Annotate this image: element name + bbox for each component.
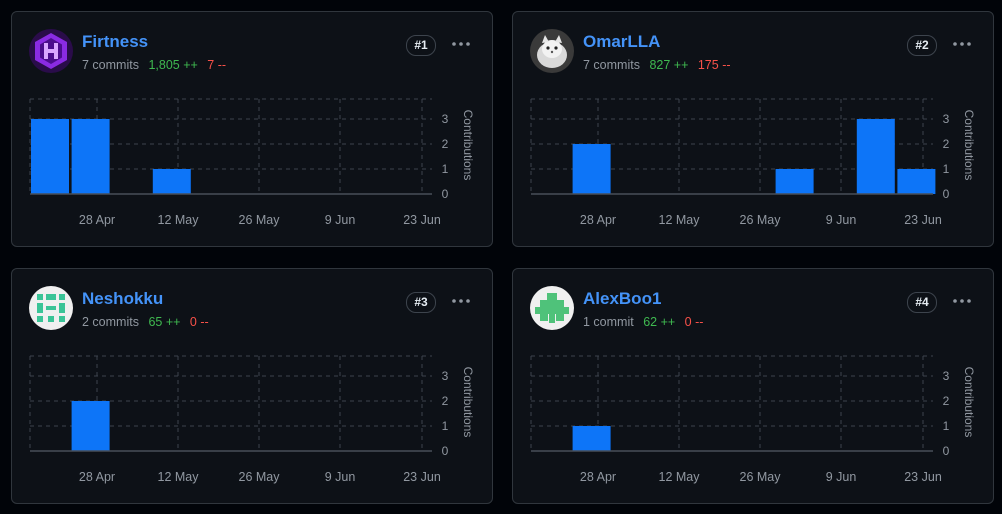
bar	[71, 401, 110, 451]
x-tick-label: 23 Jun	[403, 470, 441, 484]
y-tick-label: 0	[943, 444, 950, 458]
y-tick-label: 3	[442, 112, 449, 126]
x-tick-label: 26 May	[239, 470, 281, 484]
y-tick-label: 2	[442, 394, 449, 408]
contributions-chart: 0 1 2 3 28 Apr 12 May 26 May 9 Jun 23 Jun Contrib…	[29, 355, 475, 484]
x-tick-label: 12 May	[158, 470, 200, 484]
x-tick-label: 23 Jun	[403, 213, 441, 227]
x-tick-label: 28 Apr	[79, 470, 115, 484]
bar	[71, 119, 110, 194]
bar	[31, 119, 69, 194]
y-axis-title: Contributions	[962, 367, 976, 438]
y-axis-title: Contributions	[461, 110, 475, 181]
y-tick-label: 1	[943, 419, 950, 433]
y-tick-label: 3	[943, 112, 950, 126]
y-axis-title: Contributions	[461, 367, 475, 438]
y-tick-label: 3	[442, 369, 449, 383]
x-tick-label: 23 Jun	[904, 213, 942, 227]
x-tick-label: 12 May	[659, 470, 701, 484]
bar	[856, 119, 895, 194]
x-tick-label: 9 Jun	[826, 213, 857, 227]
contributor-card: OmarLLA 7 commits 827 ++ 175 -- #2 01232…	[512, 11, 994, 247]
contributions-chart: 0 1 2 3 28 Apr 12 May 26 May 9 Jun 23 Jun Contrib…	[530, 355, 976, 484]
bar	[572, 426, 611, 451]
contributor-card: Firtness 7 commits 1,805 ++ 7 -- #1 0123…	[11, 11, 493, 247]
x-tick-label: 9 Jun	[826, 470, 857, 484]
y-tick-label: 2	[442, 137, 449, 151]
x-tick-label: 9 Jun	[325, 470, 356, 484]
bar	[775, 169, 814, 194]
x-tick-label: 12 May	[158, 213, 200, 227]
y-tick-label: 2	[943, 137, 950, 151]
y-tick-label: 0	[442, 187, 449, 201]
x-tick-label: 26 May	[740, 470, 782, 484]
contributor-card: AlexBoo1 1 commit 62 ++ 0 -- #4 0 1 2 3 28 A…	[512, 268, 994, 504]
contributor-card: Neshokku 2 commits 65 ++ 0 -- #3 0 1 2 3 28 …	[11, 268, 493, 504]
x-tick-label: 12 May	[659, 213, 701, 227]
x-tick-label: 28 Apr	[580, 470, 616, 484]
x-tick-label: 23 Jun	[904, 470, 942, 484]
y-tick-label: 1	[442, 419, 449, 433]
x-tick-label: 9 Jun	[325, 213, 356, 227]
y-tick-label: 1	[943, 162, 950, 176]
y-tick-label: 1	[442, 162, 449, 176]
contributions-chart: 0 1 2 3 28 Apr 12 May 26 May 9 Jun 23 Jun Contrib…	[530, 98, 976, 227]
contributions-chart: 0 1 2 3 28 Apr 12 May 26 May 9 Jun 23 Jun Contrib…	[29, 98, 475, 227]
y-tick-label: 0	[943, 187, 950, 201]
y-tick-label: 0	[442, 444, 449, 458]
x-tick-label: 28 Apr	[79, 213, 115, 227]
x-tick-label: 26 May	[239, 213, 281, 227]
bar	[572, 144, 611, 194]
x-tick-label: 28 Apr	[580, 213, 616, 227]
y-tick-label: 3	[943, 369, 950, 383]
bar	[897, 169, 936, 194]
y-tick-label: 2	[943, 394, 950, 408]
y-axis-title: Contributions	[962, 110, 976, 181]
x-tick-label: 26 May	[740, 213, 782, 227]
bar	[152, 169, 191, 194]
